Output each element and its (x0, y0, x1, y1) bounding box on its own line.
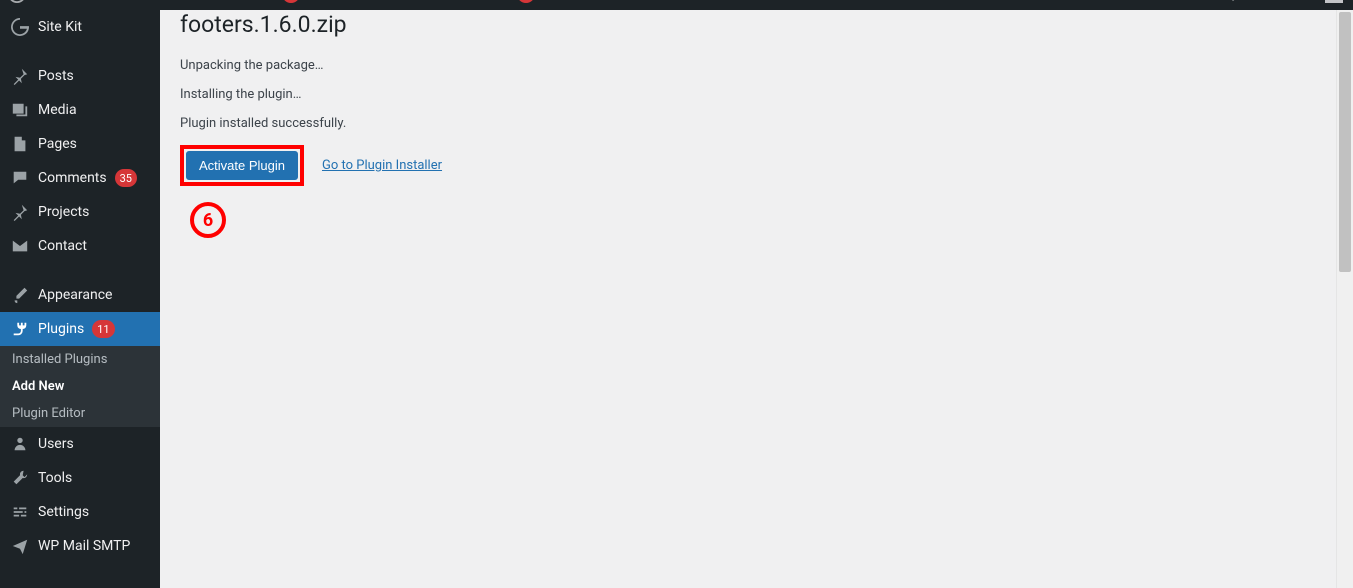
plugins-badge: 11 (92, 320, 114, 338)
sidebar-item-tools[interactable]: Tools (0, 461, 160, 495)
sidebar-label: Media (38, 102, 77, 118)
scrollbar-thumb[interactable] (1339, 12, 1351, 272)
sidebar-label: Tools (38, 470, 72, 486)
status-installing: Installing the plugin… (180, 87, 1316, 102)
wordpress-icon (8, 0, 26, 3)
toolbar-right[interactable]: Howdy, nanadwumor (1188, 0, 1353, 10)
sidebar-label: Users (38, 436, 74, 452)
sidebar-label: Pages (38, 136, 77, 152)
sidebar-item-settings[interactable]: Settings (0, 495, 160, 529)
page-icon (10, 135, 30, 153)
sidebar-label: Posts (38, 68, 74, 84)
toolbar-updates[interactable]: 45 (123, 0, 174, 10)
annotation-callout-6: 6 (190, 202, 226, 238)
sidebar-label: Comments (38, 170, 107, 186)
sidebar-item-plugins[interactable]: Plugins 11 (0, 312, 160, 346)
media-icon (10, 101, 30, 119)
toolbar-wp-logo[interactable] (0, 0, 34, 10)
toolbar-site-name[interactable]: FactAlive (34, 0, 123, 10)
toolbar-performance[interactable]: Performance (308, 0, 419, 10)
gauge-icon (316, 0, 332, 2)
home-icon (42, 0, 58, 2)
status-unpacking: Unpacking the package… (180, 58, 1316, 73)
sidebar-label: Plugins (38, 321, 84, 337)
sidebar-label: Site Kit (38, 19, 82, 35)
sidebar-label: Contact (38, 238, 87, 254)
wpmail-badge: ● (517, 0, 535, 3)
wpmail-label: WP Mail SMTP (427, 0, 513, 2)
sidebar-item-pages[interactable]: Pages (0, 127, 160, 161)
toolbar-left: FactAlive 45 55 New 1 Performance WP Mai… (0, 0, 543, 10)
avatar (1325, 0, 1343, 3)
submenu-add-new[interactable]: Add New (0, 373, 160, 400)
sidebar-item-posts[interactable]: Posts (0, 59, 160, 93)
updates-count: 45 (151, 0, 166, 2)
menu-separator (0, 268, 160, 273)
page-title: footers.1.6.0.zip (180, 10, 1316, 40)
mail-icon (10, 237, 30, 255)
submenu-plugin-editor[interactable]: Plugin Editor (0, 400, 160, 427)
comment-icon (10, 169, 30, 187)
comments-count: 55 (202, 0, 217, 2)
menu-separator (0, 49, 160, 54)
callout-number: 6 (203, 210, 213, 231)
sidebar-item-appearance[interactable]: Appearance (0, 278, 160, 312)
google-icon (10, 18, 30, 36)
users-icon (10, 435, 30, 453)
activate-plugin-button[interactable]: Activate Plugin (186, 151, 298, 180)
sidebar-item-media[interactable]: Media (0, 93, 160, 127)
pin-icon (10, 203, 30, 221)
sidebar-label: Settings (38, 504, 89, 520)
admin-sidebar: Site Kit Posts Media Pages Comments 35 P… (0, 10, 160, 588)
sidebar-label: Appearance (38, 287, 112, 303)
main-content: footers.1.6.0.zip Unpacking the package…… (160, 10, 1336, 206)
sliders-icon (10, 503, 30, 521)
admin-toolbar: FactAlive 45 55 New 1 Performance WP Mai… (0, 0, 1353, 10)
plug-icon (10, 320, 30, 338)
howdy-text: Howdy, nanadwumor (1198, 0, 1319, 2)
plugins-submenu: Installed Plugins Add New Plugin Editor (0, 346, 160, 427)
sidebar-item-site-kit[interactable]: Site Kit (0, 10, 160, 44)
sidebar-item-contact[interactable]: Contact (0, 229, 160, 263)
wrench-icon (10, 469, 30, 487)
go-to-plugin-installer-link[interactable]: Go to Plugin Installer (322, 158, 442, 173)
action-row: Activate Plugin Go to Plugin Installer (180, 145, 1316, 186)
sidebar-item-comments[interactable]: Comments 35 (0, 161, 160, 195)
update-icon (131, 0, 147, 2)
status-success: Plugin installed successfully. (180, 116, 1316, 131)
new-label: New (252, 0, 278, 2)
vertical-scrollbar[interactable] (1336, 10, 1353, 588)
performance-label: Performance (336, 0, 411, 2)
sidebar-item-users[interactable]: Users (0, 427, 160, 461)
comment-icon (182, 0, 198, 2)
comments-badge: 35 (115, 169, 137, 187)
sidebar-item-projects[interactable]: Projects (0, 195, 160, 229)
site-name-label: FactAlive (62, 0, 115, 2)
send-icon (10, 537, 30, 555)
brush-icon (10, 286, 30, 304)
submenu-installed-plugins[interactable]: Installed Plugins (0, 346, 160, 373)
sidebar-label: WP Mail SMTP (38, 538, 130, 554)
sidebar-item-wpmail[interactable]: WP Mail SMTP (0, 529, 160, 563)
sidebar-label: Projects (38, 204, 89, 220)
pin-icon (10, 67, 30, 85)
plus-icon (232, 0, 248, 2)
annotation-highlight-box: Activate Plugin (180, 145, 304, 186)
toolbar-wpmail[interactable]: WP Mail SMTP ● (419, 0, 543, 10)
toolbar-new[interactable]: New 1 (224, 0, 308, 10)
new-badge: 1 (282, 0, 300, 3)
toolbar-comments[interactable]: 55 (174, 0, 225, 10)
